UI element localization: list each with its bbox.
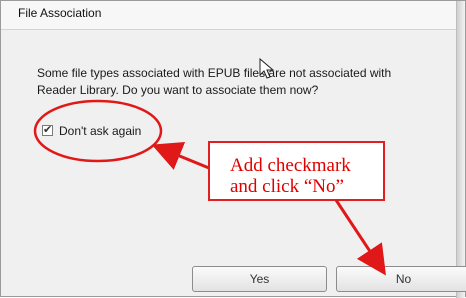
dialog-title: File Association — [18, 6, 102, 20]
dialog-titlebar: File Association — [1, 1, 465, 30]
message-line-2: Reader Library. Do you want to associate… — [37, 83, 319, 97]
dialog-message: Some file types associated with EPUB fil… — [37, 65, 447, 99]
no-button[interactable]: No — [336, 266, 466, 292]
dont-ask-again-checkbox[interactable]: ✔ — [42, 124, 53, 136]
window-right-edge — [456, 1, 465, 298]
annotation-line-1: Add checkmark — [230, 155, 351, 176]
annotation-text: Add checkmark and click “No” — [230, 155, 351, 197]
file-association-dialog: File Association Some file types associa… — [0, 0, 466, 298]
annotation-callout: Add checkmark and click “No” — [208, 141, 385, 201]
message-line-1: Some file types associated with EPUB fil… — [37, 66, 392, 80]
checkmark-icon: ✔ — [43, 124, 53, 136]
dont-ask-again-label[interactable]: Don't ask again — [59, 124, 141, 138]
annotation-line-2: and click “No” — [230, 176, 344, 197]
yes-button[interactable]: Yes — [192, 266, 327, 292]
